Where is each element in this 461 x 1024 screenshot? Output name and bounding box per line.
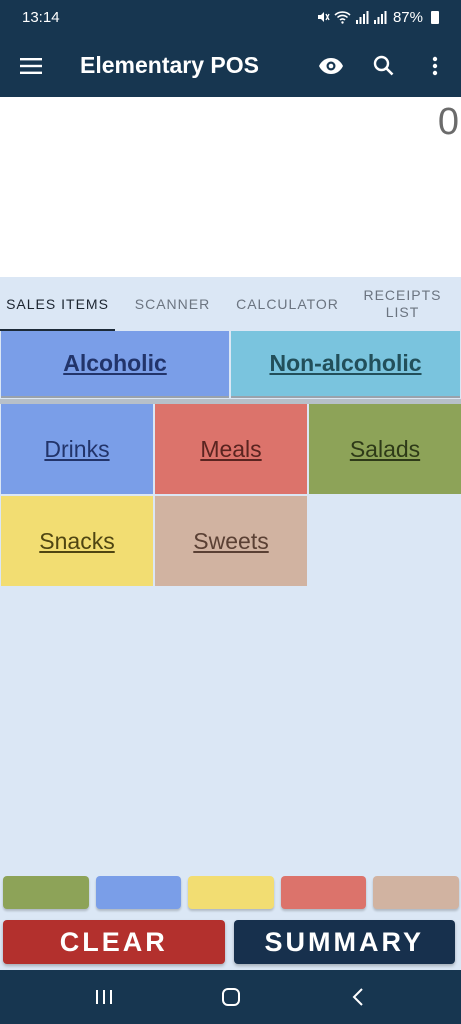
signal-icon [355,10,369,24]
back-icon[interactable] [328,970,388,1024]
home-icon[interactable] [201,970,261,1024]
status-bar: 13:14 87% [0,0,461,34]
color-swatch-blue[interactable] [95,876,182,909]
clear-button[interactable]: CLEAR [3,920,225,964]
tab-sales-items[interactable]: SALES ITEMS [0,277,115,331]
more-vert-icon[interactable] [409,34,461,97]
eye-icon[interactable] [305,34,357,97]
color-swatch-tan[interactable] [373,876,459,909]
battery-icon [431,10,439,24]
action-buttons: CLEAR SUMMARY [3,920,455,964]
recent-apps-icon[interactable] [74,970,134,1024]
app-bar: Elementary POS [0,34,461,97]
tab-receipts-list[interactable]: RECEIPTS LIST [345,277,460,331]
tab-scanner[interactable]: SCANNER [115,277,230,331]
category-button-salads[interactable]: Salads [309,404,461,494]
battery-percent: 87% [392,8,423,26]
mute-icon [317,12,330,22]
color-swatch-green[interactable] [3,876,89,909]
status-time: 13:14 [22,8,60,26]
category-button-meals[interactable]: Meals [155,404,307,494]
color-swatch-yellow[interactable] [188,876,274,909]
menu-icon[interactable] [0,34,62,97]
tab-calculator[interactable]: CALCULATOR [230,277,345,331]
system-nav-bar [0,970,461,1024]
group-row: Alcoholic Non-alcoholic [0,331,461,399]
category-button-snacks[interactable]: Snacks [1,496,153,586]
color-swatches [3,876,459,909]
color-swatch-red[interactable] [280,876,367,909]
category-button-drinks[interactable]: Drinks [1,404,153,494]
summary-button[interactable]: SUMMARY [233,920,455,964]
wifi-icon [334,11,351,24]
search-icon[interactable] [357,34,409,97]
tab-bar: SALES ITEMS SCANNER CALCULATOR RECEIPTS … [0,277,461,331]
app-title: Elementary POS [80,52,259,78]
category-button-sweets[interactable]: Sweets [155,496,307,586]
amount-display: 0 [0,97,461,277]
display-value: 0 [437,101,459,143]
category-grid: Drinks Meals Salads Snacks Sweets [0,404,461,586]
group-button-non-alcoholic[interactable]: Non-alcoholic [231,331,460,398]
group-button-alcoholic[interactable]: Alcoholic [1,331,229,398]
signal-icon-2 [373,10,387,24]
status-indicators: 87% [316,9,439,26]
